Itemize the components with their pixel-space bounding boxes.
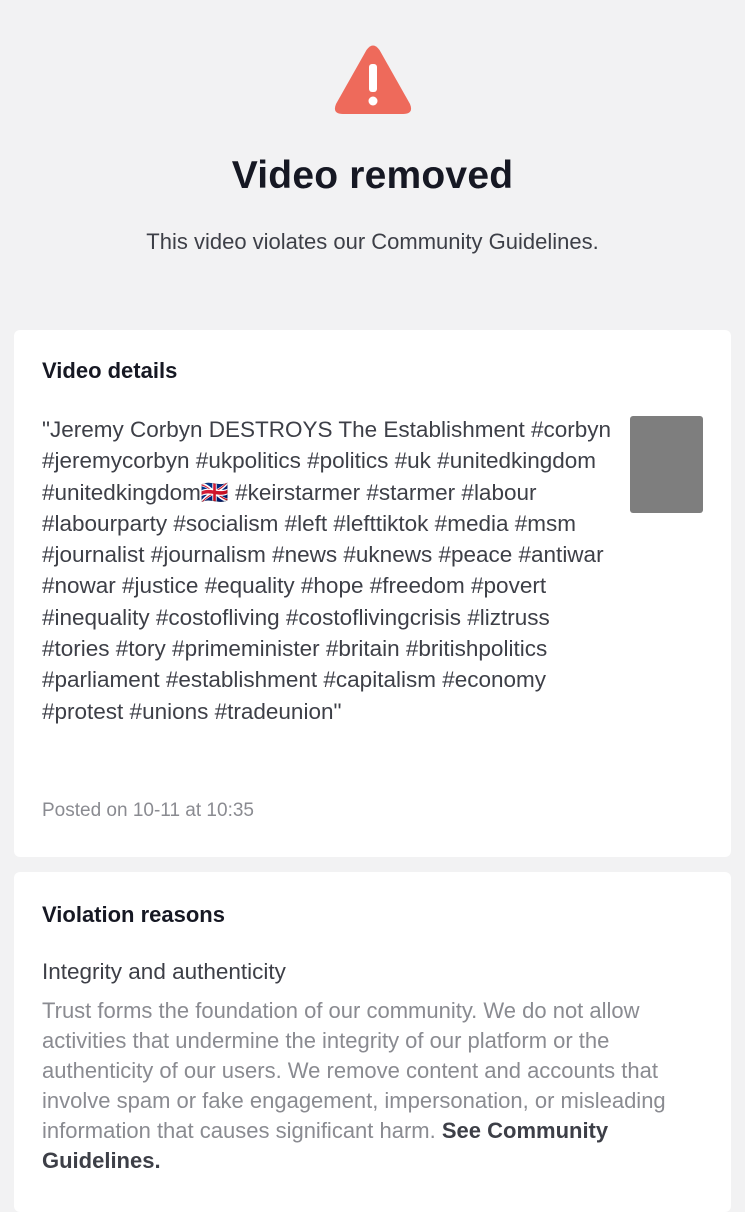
removal-header: Video removed This video violates our Co…: [0, 0, 745, 300]
video-details-card: Video details "Jeremy Corbyn DESTROYS Th…: [14, 330, 731, 857]
video-caption: "Jeremy Corbyn DESTROYS The Establishmen…: [42, 417, 618, 724]
violation-reasons-card: Violation reasons Integrity and authenti…: [14, 872, 731, 1212]
violation-reasons-heading: Violation reasons: [42, 902, 225, 927]
page-title: Video removed: [231, 154, 514, 197]
page-subtitle: This video violates our Community Guidel…: [146, 229, 599, 254]
video-thumbnail[interactable]: [630, 416, 703, 513]
violation-reason-description: Trust forms the foundation of our commun…: [42, 996, 722, 1176]
violation-reason-title: Integrity and authenticity: [42, 959, 286, 984]
warning-triangle-icon: [334, 45, 412, 114]
posted-timestamp: Posted on 10-11 at 10:35: [42, 800, 254, 821]
video-details-heading: Video details: [42, 358, 178, 383]
